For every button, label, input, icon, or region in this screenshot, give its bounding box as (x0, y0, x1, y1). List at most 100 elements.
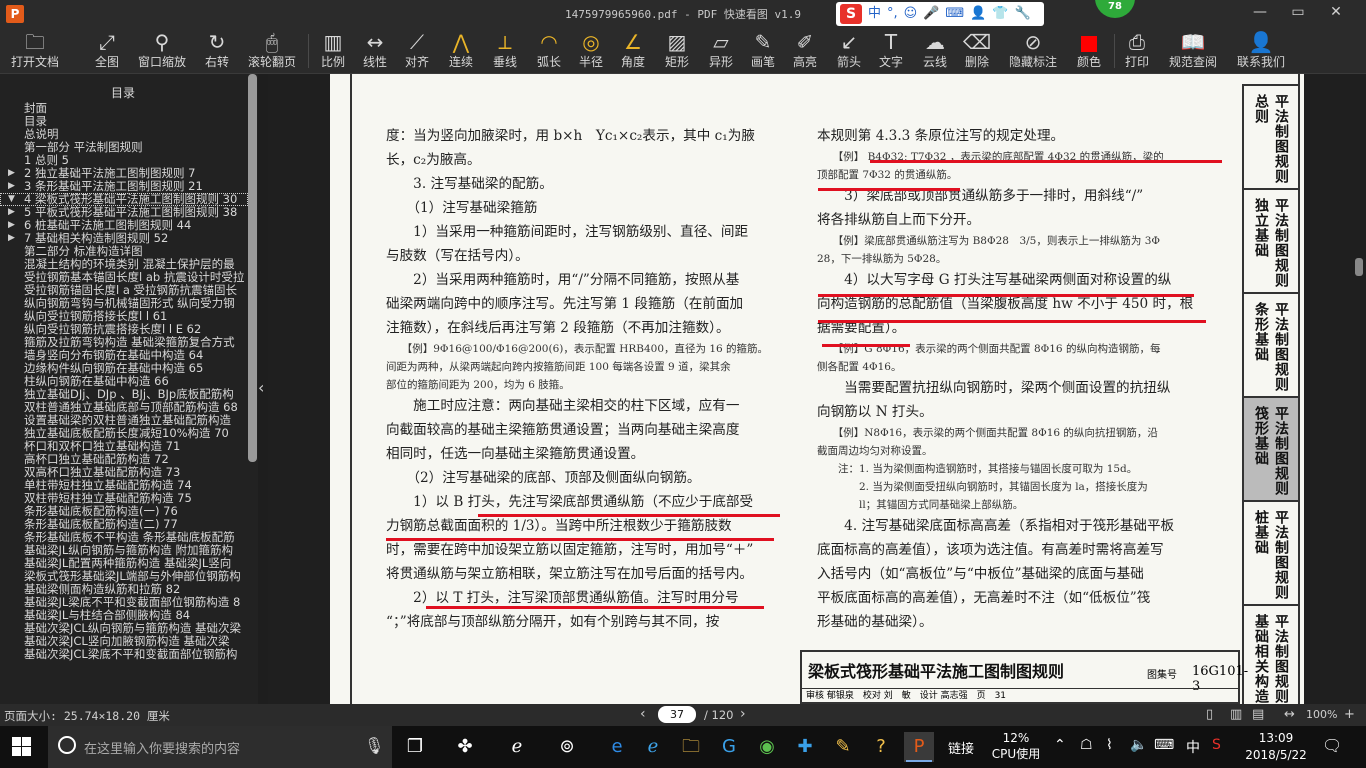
ie-icon[interactable]: ℯ (638, 732, 668, 762)
tray-expand-icon[interactable]: ⌃ (1054, 737, 1066, 753)
perpendicular-tool-button[interactable]: ⟂ 垂线 (488, 30, 522, 72)
explorer-icon[interactable]: 🗀 (676, 732, 706, 762)
window-zoom-button[interactable]: ⚲ 窗口缩放 (134, 30, 190, 72)
double-page-icon[interactable]: ▤ (1252, 707, 1264, 722)
zoom-out-icon[interactable]: ↔ (1284, 707, 1295, 722)
expand-arrow-icon[interactable]: ▶ (8, 206, 15, 219)
continuous-page-icon[interactable]: ▥ (1230, 707, 1242, 722)
toc-item[interactable]: 基础梁JL配置两种箍筋构造 基础梁JL竖向 (0, 557, 248, 570)
close-button[interactable]: ✕ (1326, 4, 1346, 20)
toc-item[interactable]: 箍筋及拉筋弯钩构造 基础梁箍筋复合方式 (0, 336, 248, 349)
red-underline-annotation[interactable] (870, 160, 1222, 163)
browser-icon[interactable]: ⊚ (552, 732, 582, 762)
page-scrollbar[interactable] (1355, 258, 1363, 276)
toc-item[interactable]: 第二部分 标准构造详图 (0, 245, 248, 258)
toc-item[interactable]: 边缘构件纵向钢筋在基础中构造 65 (0, 362, 248, 375)
toc-item[interactable]: ▶ 7 基础相关构造制图规则 52 (0, 232, 248, 245)
tab-isolated-foundation[interactable]: 平法制图规则独立基础 (1242, 188, 1298, 292)
toc-item[interactable]: 受拉钢筋基本锚固长度l ab 抗震设计时受拉 (0, 271, 248, 284)
highlight-tool-button[interactable]: ✐ 高亮 (788, 30, 822, 72)
tools-icon[interactable]: 🔧 (1015, 4, 1031, 24)
zoom-level[interactable]: 100% (1306, 708, 1337, 721)
prev-page-button[interactable]: ‹ (640, 706, 646, 722)
align-tool-button[interactable]: ⟋ 对齐 (400, 30, 434, 72)
toc-item[interactable]: 受拉钢筋锚固长度l a 受拉钢筋抗震锚固长 (0, 284, 248, 297)
tab-pile-foundation[interactable]: 平法制图规则桩基础 (1242, 500, 1298, 604)
scale-tool-button[interactable]: ▥ 比例 (316, 30, 350, 72)
red-underline-annotation[interactable] (818, 294, 1194, 297)
toc-item[interactable]: 1 总则 5 (0, 154, 248, 167)
expand-arrow-icon[interactable]: ▶ (8, 180, 15, 193)
keyboard-icon[interactable]: ⌨ (1154, 737, 1174, 753)
toc-item[interactable]: 墙身竖向分布钢筋在基础中构造 64 (0, 349, 248, 362)
toc-item[interactable]: 目录 (0, 115, 248, 128)
toc-scrollbar[interactable] (248, 74, 257, 462)
toc-item[interactable]: ▶ 3 条形基础平法施工图制图规则 21 (0, 180, 248, 193)
pen-tool-button[interactable]: ✎ 画笔 (746, 30, 780, 72)
cpu-usage[interactable]: 12% CPU使用 (990, 730, 1042, 762)
red-underline-annotation[interactable] (818, 320, 1206, 323)
red-underline-annotation[interactable] (478, 514, 780, 517)
toc-item[interactable]: 基础次梁JCL竖向加腋钢筋构造 基础次梁 (0, 635, 248, 648)
edge-icon[interactable]: e (602, 732, 632, 762)
open-document-button[interactable]: 🗀 打开文档 (6, 30, 64, 72)
arc-length-tool-button[interactable]: ◠ 弧长 (532, 30, 566, 72)
page-number-input[interactable]: 37 (658, 706, 696, 723)
toc-item[interactable]: 条形基础底板不平构造 条形基础底板配筋 (0, 531, 248, 544)
rotate-right-button[interactable]: ↻ 右转 (198, 30, 236, 72)
user-icon[interactable]: 👤 (970, 4, 986, 24)
input-lang[interactable]: 中 (1186, 737, 1200, 757)
app-green-icon[interactable]: ◉ (752, 732, 782, 762)
toc-item[interactable]: 基础梁JL梁底不平和变截面部位钢筋构造 8 (0, 596, 248, 609)
toc-item[interactable]: 纵向受拉钢筋搭接长度l l 61 (0, 310, 248, 323)
toc-item[interactable]: ▶ 6 桩基础平法施工图制图规则 44 (0, 219, 248, 232)
red-underline-annotation[interactable] (818, 188, 960, 191)
red-underline-annotation[interactable] (426, 606, 764, 609)
tab-general[interactable]: 平法制图规则总则 (1242, 84, 1298, 188)
toc-item[interactable]: 独立基础DJj、DJp 、BJj、BJp底板配筋构 (0, 388, 248, 401)
toc-item[interactable]: 设置基础梁的双柱普通独立基础配筋构造 (0, 414, 248, 427)
toc-item[interactable]: 基础梁侧面构造纵筋和拉筋 82 (0, 583, 248, 596)
network-icon[interactable]: ☖ (1080, 737, 1093, 753)
tab-raft-foundation[interactable]: 平法制图规则筏形基础 (1242, 396, 1298, 500)
standards-lookup-button[interactable]: 📖 规范查阅 (1164, 30, 1222, 72)
hide-annotations-button[interactable]: ⊘ 隐藏标注 (1004, 30, 1062, 72)
toc-item[interactable]: 总说明 (0, 128, 248, 141)
wheel-page-button[interactable]: 🖱 滚轮翻页 (244, 30, 300, 72)
taskbar-search[interactable]: 在这里输入你要搜索的内容 🎙 (48, 726, 392, 768)
cloud-tool-button[interactable]: ☁ 云线 (918, 30, 952, 72)
toc-item[interactable]: 基础次梁JCL纵向钢筋与箍筋构造 基础次梁 (0, 622, 248, 635)
ime-toolbar[interactable]: S 中 °, ☺ 🎤 ⌨ 👤 👕 🔧 (836, 2, 1044, 26)
toc-item[interactable]: 双柱带短柱独立基础配筋构造 75 (0, 492, 248, 505)
toc-item[interactable]: 杯口和双杯口独立基础构造 71 (0, 440, 248, 453)
toc-item[interactable]: 纵向钢筋弯钩与机械锚固形式 纵向受力钢 (0, 297, 248, 310)
toc-item[interactable]: 柱纵向钢筋在基础中构造 66 (0, 375, 248, 388)
maximize-button[interactable]: ▭ (1288, 4, 1308, 20)
toc-item[interactable]: 独立基础底板配筋长度减短10%构造 70 (0, 427, 248, 440)
toc-item[interactable]: 纵向受拉钢筋抗震搭接长度l l E 62 (0, 323, 248, 336)
fan-app-icon[interactable]: ✤ (450, 732, 480, 762)
zoom-in-icon[interactable]: + (1344, 707, 1355, 722)
mic-icon[interactable]: 🎤 (923, 4, 939, 24)
punctuation-icon[interactable]: °, (887, 4, 898, 24)
fit-page-button[interactable]: ⤢ 全图 (88, 30, 126, 72)
print-button[interactable]: ⎙ 打印 (1120, 30, 1154, 72)
expand-arrow-icon[interactable]: ▶ (8, 167, 15, 180)
radius-tool-button[interactable]: ◎ 半径 (574, 30, 608, 72)
skin-icon[interactable]: 👕 (992, 4, 1008, 24)
toc-item[interactable]: 混凝土结构的环境类别 混凝土保护层的最 (0, 258, 248, 271)
task-view-icon[interactable]: ❐ (400, 732, 430, 762)
delete-tool-button[interactable]: ⌫ 删除 (960, 30, 994, 72)
contact-us-button[interactable]: 👤 联系我们 (1232, 30, 1290, 72)
toc-item[interactable]: 封面 (0, 102, 248, 115)
tab-strip-foundation[interactable]: 平法制图规则条形基础 (1242, 292, 1298, 396)
emoji-icon[interactable]: ☺ (904, 4, 918, 24)
text-tool-button[interactable]: T 文字 (874, 30, 908, 72)
red-underline-annotation[interactable] (386, 538, 774, 541)
toc-item[interactable]: 条形基础底板配筋构造(二) 77 (0, 518, 248, 531)
start-button[interactable] (12, 737, 32, 757)
volume-icon[interactable]: 🔈 (1130, 737, 1147, 753)
app-g-icon[interactable]: G (714, 732, 744, 762)
single-page-icon[interactable]: ▯ (1206, 707, 1213, 722)
toc-item[interactable]: 梁板式筏形基础梁JL端部与外伸部位钢筋构 (0, 570, 248, 583)
